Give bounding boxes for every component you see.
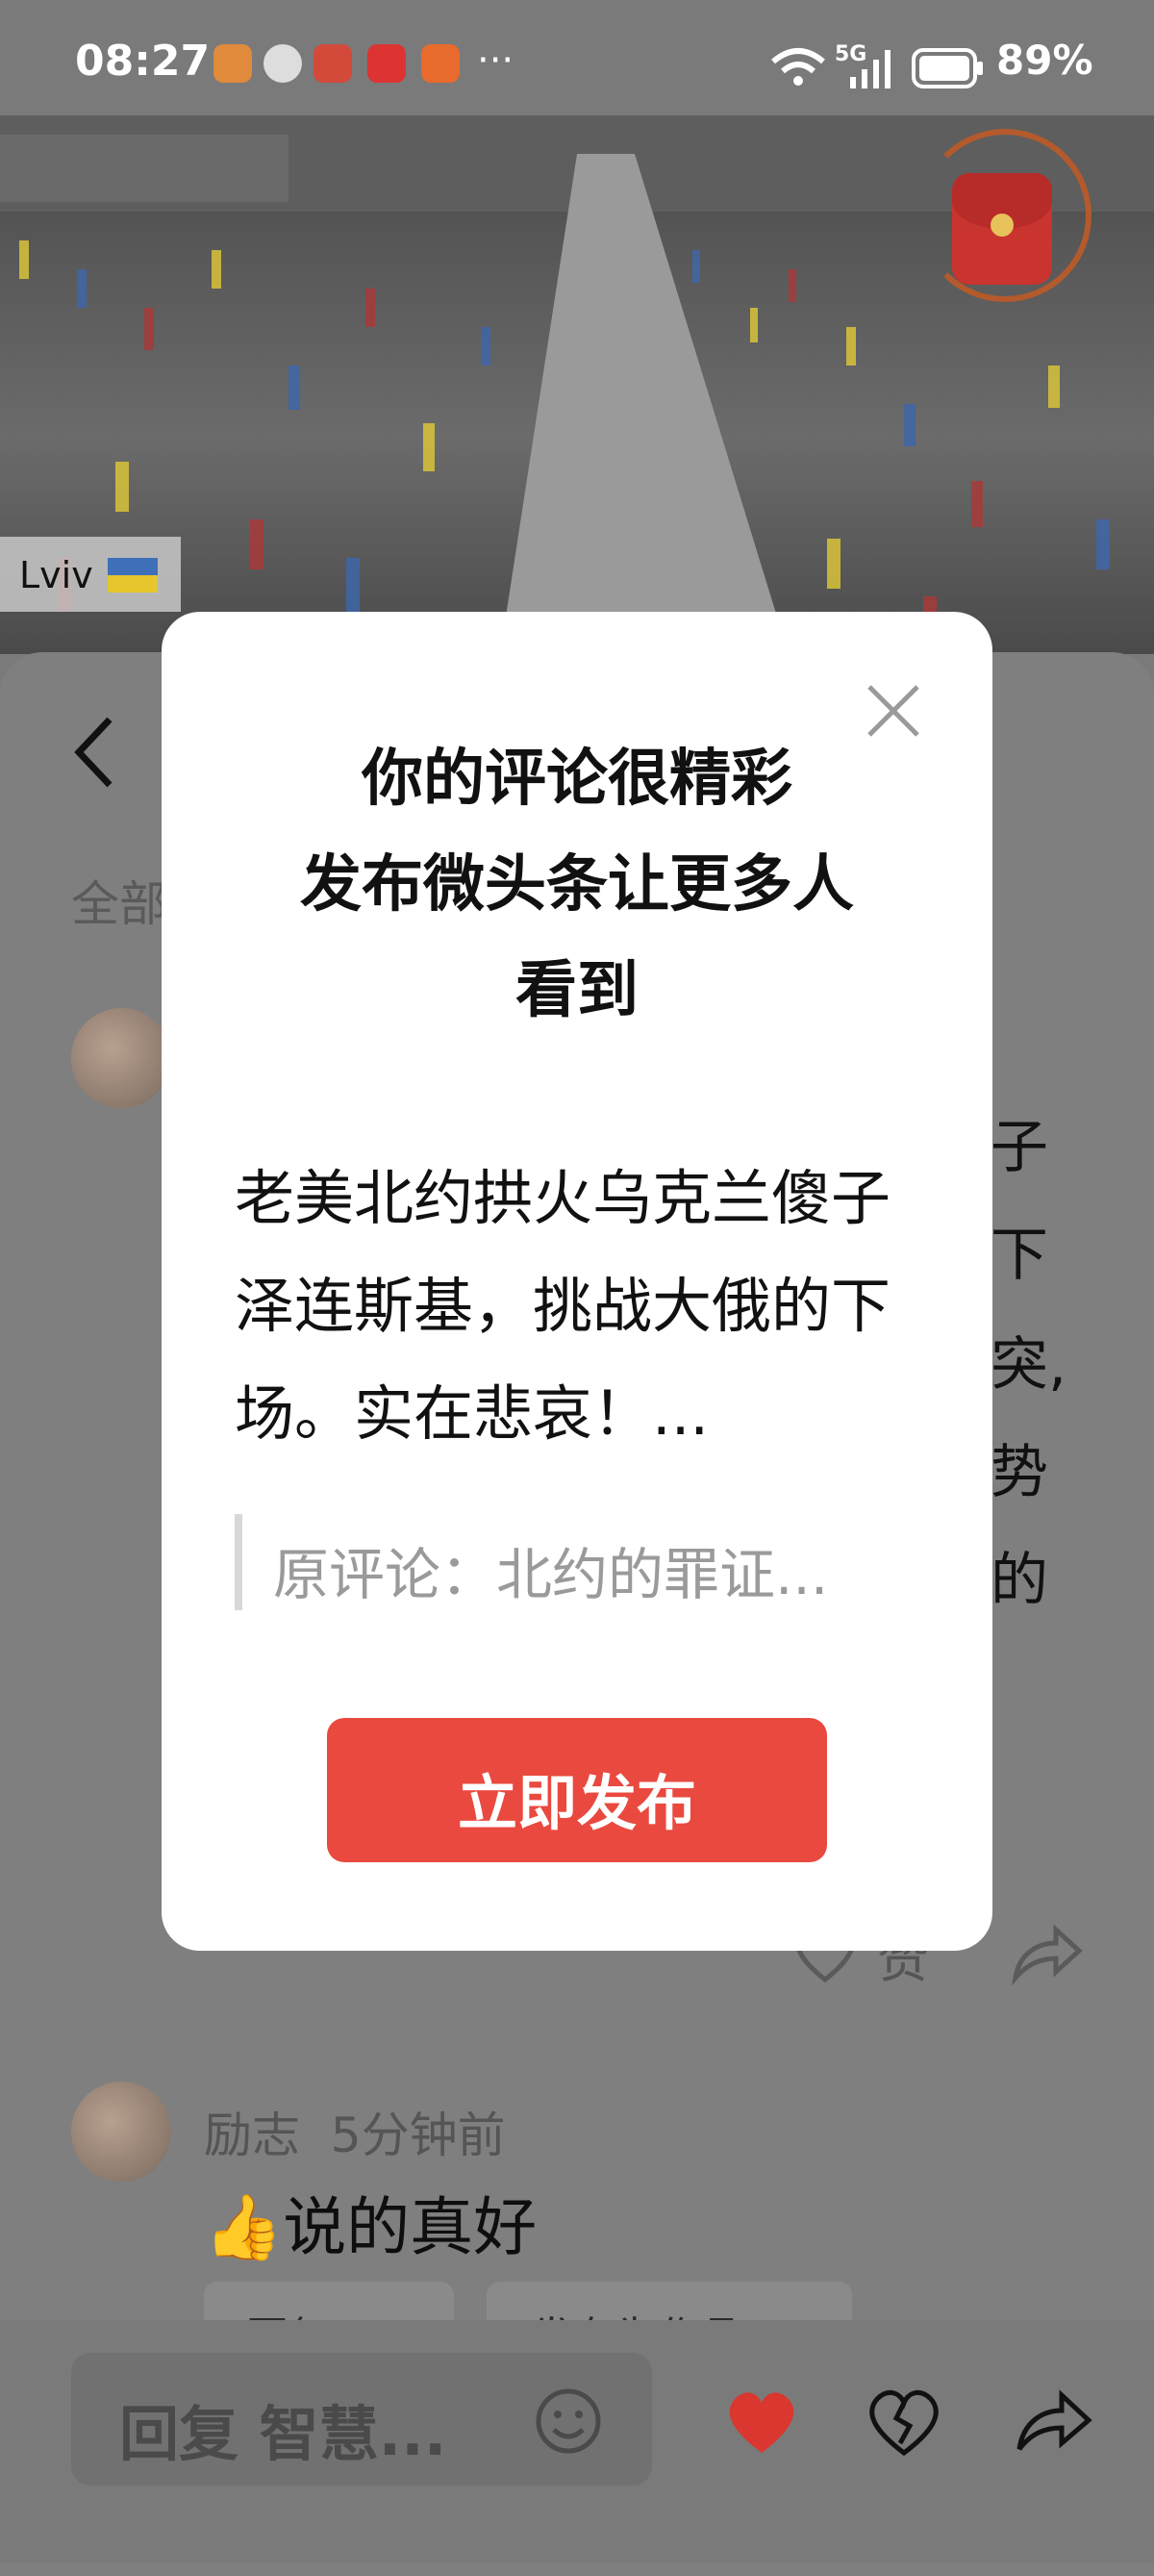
- publish-now-label: 立即发布: [457, 1768, 696, 1838]
- video-notification-icon: [367, 44, 406, 83]
- clock: 08:27: [75, 37, 211, 86]
- comment-text-fragment: 突,: [991, 1331, 1067, 1399]
- dialog-comment-preview: 老美北约拱火乌克兰傻子泽连斯基，挑战大俄的下场。实在悲哀！...: [235, 1163, 891, 1449]
- audio-notification-icon: [263, 44, 302, 83]
- comment-time: 5分钟前: [330, 2108, 506, 2163]
- wifi-icon: [771, 48, 825, 86]
- location-label: Lviv: [19, 554, 93, 596]
- publish-now-button[interactable]: 立即发布: [327, 1718, 827, 1862]
- shop-notification-icon: [421, 44, 460, 83]
- comment-text: 说的真好: [283, 2190, 538, 2264]
- quote-bar: [235, 1514, 242, 1610]
- emoji-icon[interactable]: [535, 2387, 602, 2455]
- share-icon[interactable]: [1010, 1918, 1083, 1985]
- comment-text-fragment: 的: [991, 1547, 1048, 1614]
- close-icon[interactable]: [864, 681, 923, 741]
- dialog-title-line: 你的评论很精彩: [362, 744, 792, 815]
- comment-text-fragment: 下: [991, 1222, 1048, 1289]
- news-notification-icon: [314, 44, 352, 83]
- app-notification-icon: [213, 44, 252, 83]
- dialog-title-line: 发布微头条让更多人: [300, 849, 854, 921]
- battery-icon: [912, 48, 983, 88]
- publish-prompt-dialog: 你的评论很精彩 发布微头条让更多人 看到 老美北约拱火乌克兰傻子泽连斯基，挑战大…: [162, 612, 992, 1951]
- comment-body: 👍说的真好: [204, 2176, 537, 2268]
- comment-meta: 励志 5分钟前: [204, 2097, 506, 2166]
- ukraine-flag-icon: [108, 558, 158, 593]
- share-icon[interactable]: [1014, 2384, 1094, 2457]
- signal-icon: [850, 50, 891, 88]
- comment-text-fragment: 势: [991, 1439, 1048, 1506]
- dialog-title-line: 看到: [515, 955, 639, 1026]
- red-packet-clasp: [991, 214, 1014, 237]
- avatar[interactable]: [71, 1008, 171, 1108]
- comment-text-fragment: 子: [991, 1114, 1048, 1181]
- original-comment-quote: 原评论：北约的罪证...: [273, 1542, 829, 1607]
- back-arrow-icon[interactable]: [71, 714, 117, 791]
- thumbs-up-emoji: 👍: [204, 2190, 284, 2264]
- battery-percent: 89%: [996, 37, 1093, 84]
- avatar[interactable]: [71, 2082, 171, 2182]
- more-notifications: ···: [477, 38, 514, 83]
- like-filled-icon[interactable]: [721, 2384, 802, 2457]
- broken-heart-icon[interactable]: [864, 2384, 944, 2457]
- comment-author[interactable]: 励志: [204, 2108, 300, 2163]
- tab-all[interactable]: 全部: [71, 866, 167, 935]
- reply-placeholder: 回复 智慧...: [119, 2399, 447, 2469]
